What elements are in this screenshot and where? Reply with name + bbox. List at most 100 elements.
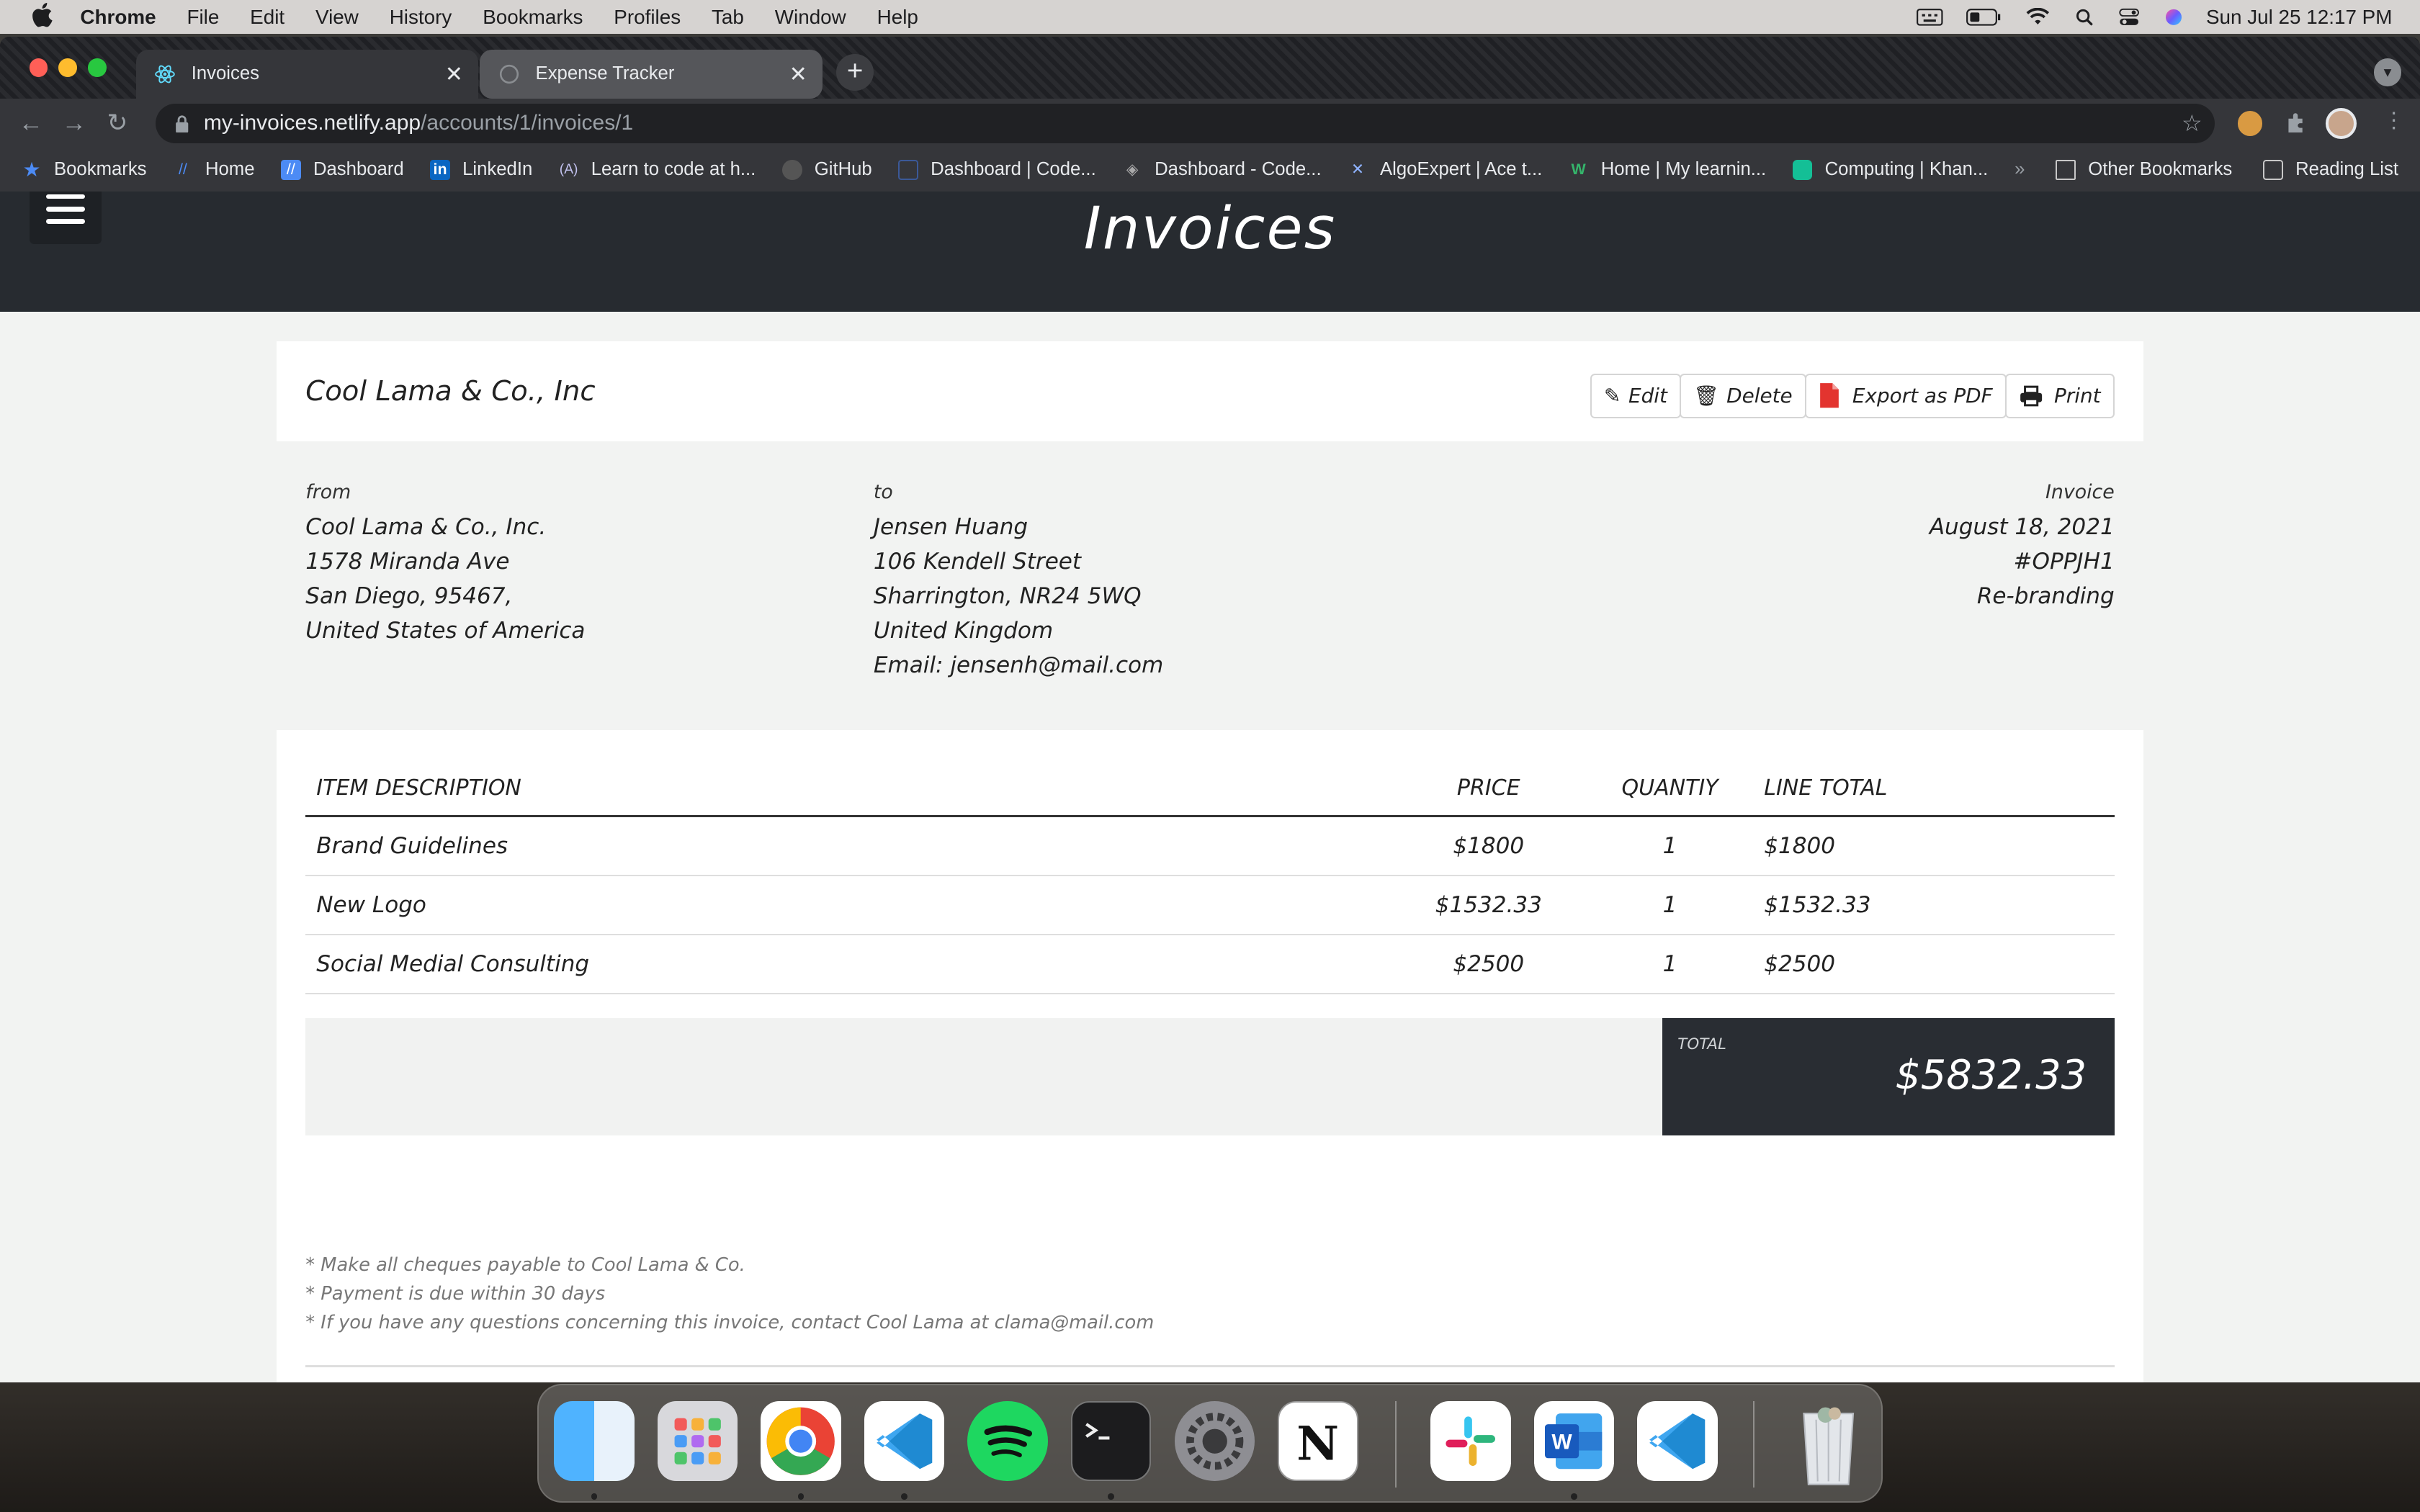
bookmark-item[interactable]: (A) Learn to code at h... [559, 159, 756, 180]
menu-window[interactable]: Window [775, 6, 846, 29]
spotify-icon[interactable] [967, 1400, 1048, 1481]
menu-bookmarks[interactable]: Bookmarks [483, 6, 583, 29]
tab-invoices[interactable]: Invoices ✕ [135, 49, 479, 99]
bookmark-item[interactable]: //Home [173, 159, 255, 180]
cube-icon: ◈ [1126, 160, 1139, 178]
vscode-icon[interactable] [864, 1400, 945, 1481]
bookmark-item[interactable]: ★ Bookmarks [22, 159, 146, 180]
menu-edit[interactable]: Edit [250, 6, 284, 29]
lock-icon[interactable] [174, 114, 189, 133]
reload-icon[interactable]: ↻ [96, 109, 139, 138]
notion-icon[interactable]: N [1278, 1400, 1358, 1481]
svg-text:W: W [1551, 1430, 1572, 1454]
bookmark-star-icon[interactable]: ☆ [2182, 109, 2202, 137]
zoom-window-button[interactable] [88, 58, 107, 78]
slack-icon[interactable] [1430, 1400, 1511, 1481]
invoice-items-card: ITEM DESCRIPTION PRICE QUANTIY LINE TOTA… [276, 729, 2144, 1382]
trash-icon[interactable] [1788, 1401, 1868, 1485]
siri-icon[interactable] [2163, 8, 2184, 27]
mac-dock: N W [537, 1384, 1883, 1503]
terminal-icon[interactable] [1070, 1400, 1152, 1481]
item-price: $1532.33 [1390, 875, 1576, 935]
from-label: from [305, 480, 351, 503]
item-description: New Logo [305, 875, 1391, 935]
minimize-window-button[interactable] [58, 58, 78, 78]
divider [305, 1365, 2115, 1367]
new-tab-button[interactable]: + [836, 53, 874, 91]
tab-strip: Invoices ✕ Expense Tracker ✕ + ▾ [0, 37, 2420, 99]
bookmark-item[interactable]: Dashboard | Code... [898, 159, 1096, 180]
kebab-menu-icon[interactable]: ⋮ [2383, 108, 2405, 133]
totals-spacer [305, 1018, 1662, 1136]
chrome-icon[interactable] [761, 1400, 841, 1481]
wifi-icon[interactable] [2024, 7, 2052, 27]
company-name: Cool Lama & Co., Inc [305, 374, 596, 408]
tab-expense-tracker[interactable]: Expense Tracker ✕ [480, 49, 823, 99]
more-bookmarks-chevron-icon[interactable]: » [2015, 159, 2025, 180]
back-arrow-icon[interactable]: ← [9, 109, 53, 138]
menu-view[interactable]: View [315, 6, 359, 29]
email-line: Email: jensenh@mail.com [873, 652, 1164, 678]
address-line: 1578 Miranda Ave [305, 548, 510, 575]
address-line: San Diego, 95467, [305, 582, 513, 609]
reading-list-icon [2263, 159, 2283, 180]
print-button[interactable]: Print [2004, 373, 2115, 418]
column-header: PRICE [1390, 760, 1576, 818]
close-window-button[interactable] [29, 58, 48, 78]
address-line: United States of America [305, 617, 586, 644]
column-header: LINE TOTAL [1753, 760, 2115, 818]
tab-search-icon[interactable]: ▾ [2373, 58, 2402, 86]
vscode-icon[interactable] [1637, 1400, 1718, 1481]
address-bar[interactable]: my-invoices.netlify.app/accounts/1/invoi… [156, 103, 2215, 144]
battery-icon[interactable] [1966, 8, 2002, 27]
tab-title: Expense Tracker [535, 63, 675, 84]
bookmark-item[interactable]: ◈ Dashboard - Code... [1122, 159, 1322, 180]
delete-button[interactable]: 🗑 Delete [1679, 373, 1806, 418]
menu-file[interactable]: File [187, 6, 219, 29]
edit-button[interactable]: ✎ Edit [1590, 373, 1682, 418]
menu-profiles[interactable]: Profiles [614, 6, 681, 29]
control-center-icon[interactable] [2117, 8, 2141, 27]
invoice-project: Re-branding [1976, 582, 2115, 609]
word-icon[interactable]: W [1533, 1400, 1615, 1481]
bookmark-item[interactable]: in LinkedIn [430, 159, 532, 180]
profile-avatar[interactable] [2326, 107, 2357, 139]
launchpad-icon[interactable] [657, 1400, 738, 1481]
from-address: from Cool Lama & Co., Inc. 1578 Miranda … [305, 475, 585, 648]
total-label: TOTAL [1677, 1035, 1726, 1053]
finder-icon[interactable] [554, 1400, 635, 1481]
system-preferences-icon[interactable] [1174, 1400, 1255, 1481]
spotlight-search-icon[interactable] [2074, 8, 2095, 27]
close-tab-icon[interactable]: ✕ [789, 62, 807, 87]
slash-icon: // [280, 159, 301, 180]
to-label: to [873, 480, 893, 503]
note-line: * Payment is due within 30 days [305, 1282, 606, 1305]
reading-list[interactable]: Reading List [2263, 159, 2398, 180]
address-line: Sharrington, NR24 5WQ [873, 582, 1142, 609]
cookie-extension-icon[interactable] [2238, 111, 2263, 136]
bookmark-other[interactable]: Other Bookmarks [2056, 159, 2232, 180]
url-path: /accounts/1/invoices/1 [421, 111, 634, 135]
address-line: Jensen Huang [873, 513, 1028, 540]
extensions-puzzle-icon[interactable] [2284, 111, 2308, 135]
bookmark-item[interactable]: ✕ AlgoExpert | Ace t... [1348, 159, 1542, 180]
item-description: Social Medial Consulting [305, 934, 1391, 994]
address-line: Cool Lama & Co., Inc. [305, 513, 547, 540]
bookmark-item[interactable]: Computing | Khan... [1792, 159, 1988, 180]
keyboard-icon[interactable] [1916, 8, 1944, 27]
bookmark-item[interactable]: GitHub [781, 159, 872, 180]
table-header-row: ITEM DESCRIPTION PRICE QUANTIY LINE TOTA… [305, 760, 2115, 818]
bookmark-item[interactable]: //Dashboard [280, 159, 404, 180]
menu-app-name[interactable]: Chrome [80, 6, 156, 29]
menu-tab[interactable]: Tab [712, 6, 744, 29]
menu-history[interactable]: History [390, 6, 452, 29]
apple-icon[interactable] [28, 3, 56, 31]
column-header: ITEM DESCRIPTION [305, 760, 1391, 818]
close-tab-icon[interactable]: ✕ [445, 62, 463, 87]
export-pdf-button[interactable]: Export as PDF [1804, 373, 2007, 418]
menu-help[interactable]: Help [877, 6, 918, 29]
code-icon: (A) [559, 161, 578, 177]
forward-arrow-icon[interactable]: → [53, 109, 96, 138]
bookmark-item[interactable]: W Home | My learnin... [1569, 159, 1767, 180]
menubar-clock[interactable]: Sun Jul 25 12:17 PM [2206, 6, 2393, 29]
